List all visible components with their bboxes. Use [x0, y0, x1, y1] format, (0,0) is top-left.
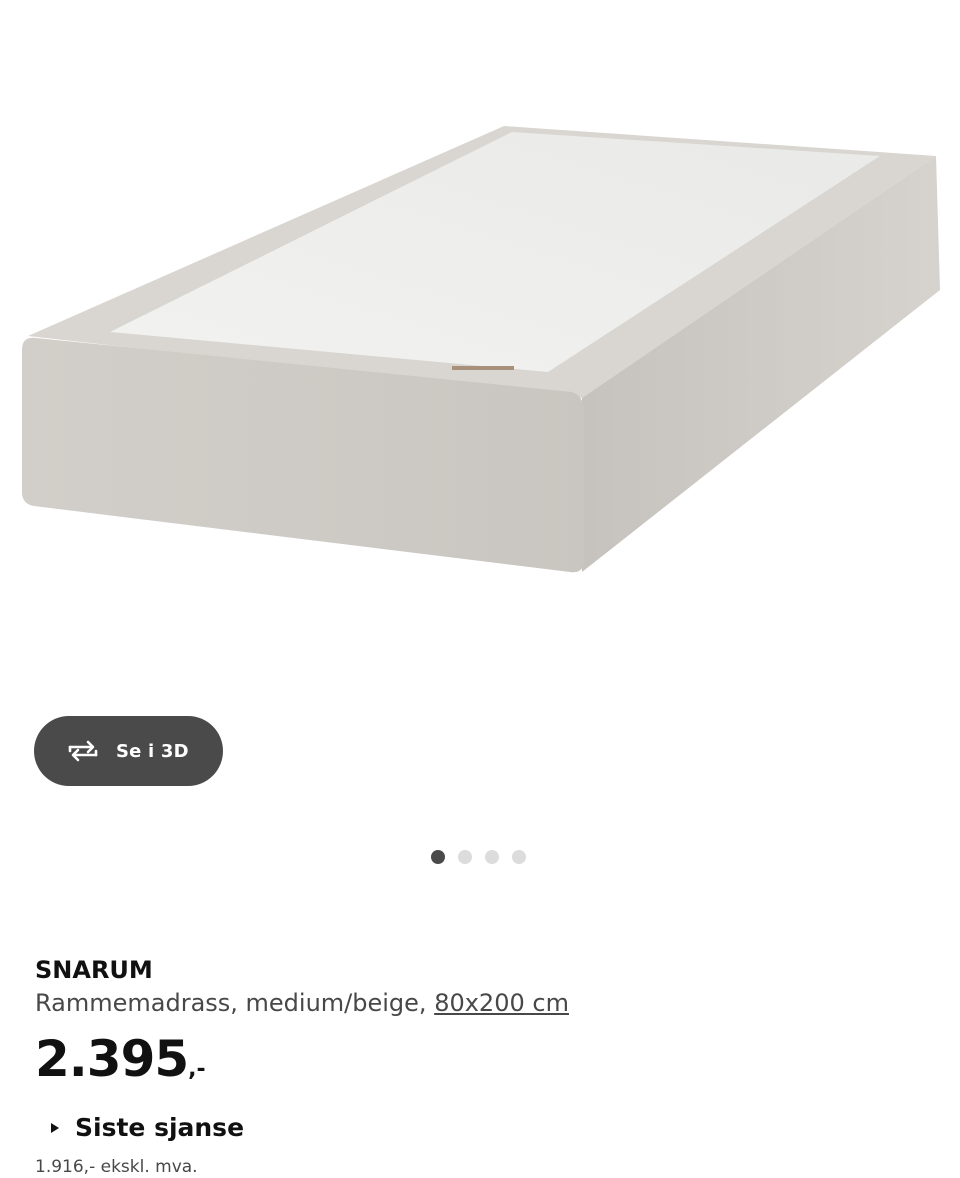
product-info: SNARUM Rammemadrass, medium/beige, 80x20…	[35, 954, 935, 1178]
price-amount: 2.395	[35, 1030, 189, 1088]
product-name: SNARUM	[35, 956, 153, 984]
caret-right-icon	[51, 1122, 59, 1133]
product-gallery[interactable]: Se i 3D	[0, 0, 960, 900]
size-link[interactable]: 80x200 cm	[434, 989, 569, 1017]
carousel-pagination	[431, 850, 526, 864]
price-excl-vat: 1.916,- ekskl. mva.	[35, 1157, 198, 1177]
product-image	[22, 126, 940, 573]
carousel-dot-4[interactable]	[512, 850, 526, 864]
product-price: 2.395,-	[35, 1031, 935, 1099]
carousel-dot-1[interactable]	[431, 850, 445, 864]
carousel-dot-2[interactable]	[458, 850, 472, 864]
last-chance-label: Siste sjanse	[75, 1113, 245, 1142]
product-description: Rammemadrass, medium/beige, 80x200 cm	[35, 987, 935, 1019]
rotate-3d-icon	[68, 740, 98, 762]
view-3d-button[interactable]: Se i 3D	[34, 716, 223, 786]
product-type-text: Rammemadrass, medium/beige,	[35, 989, 435, 1017]
last-chance-badge: Siste sjanse	[35, 1113, 935, 1142]
price-suffix: ,-	[188, 1057, 206, 1082]
view-3d-label: Se i 3D	[116, 740, 189, 762]
carousel-dot-3[interactable]	[485, 850, 499, 864]
